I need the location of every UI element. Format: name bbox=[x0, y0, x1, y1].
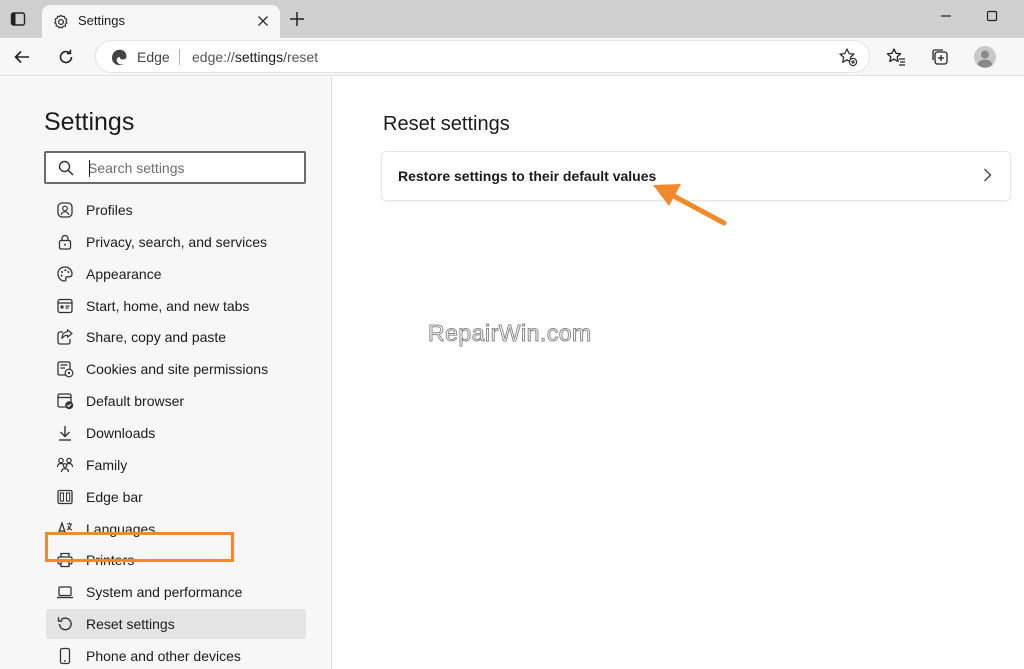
share-icon bbox=[56, 328, 74, 346]
address-divider bbox=[179, 49, 180, 65]
phone-icon bbox=[56, 647, 74, 665]
laptop-icon bbox=[56, 583, 74, 601]
sidebar-item-profiles[interactable]: Profiles bbox=[46, 195, 306, 225]
search-input[interactable] bbox=[88, 158, 298, 178]
sidebar-item-label: Start, home, and new tabs bbox=[86, 298, 250, 314]
chevron-right-icon bbox=[978, 166, 996, 184]
sidebar-item-label: System and performance bbox=[86, 584, 243, 600]
sidebar-item-downloads[interactable]: Downloads bbox=[46, 418, 306, 448]
address-bar[interactable]: Edge edge://settings/reset bbox=[95, 40, 870, 73]
lock-icon bbox=[56, 233, 74, 251]
toolbar: Edge edge://settings/reset bbox=[0, 38, 1024, 76]
add-favorite-icon[interactable] bbox=[837, 46, 859, 68]
default-browser-icon bbox=[56, 392, 74, 410]
sidebar-item-label: Cookies and site permissions bbox=[86, 361, 269, 377]
back-icon[interactable] bbox=[7, 42, 37, 72]
pointer-arrow-icon bbox=[653, 184, 727, 226]
tab-settings[interactable]: Settings bbox=[42, 5, 280, 38]
tab-actions-icon[interactable] bbox=[4, 6, 32, 32]
new-tab-icon[interactable] bbox=[286, 8, 308, 30]
cookies-icon bbox=[56, 360, 74, 378]
family-icon bbox=[56, 456, 74, 474]
palette-icon bbox=[56, 265, 74, 283]
url-text[interactable]: edge://settings/reset bbox=[192, 49, 318, 65]
profile-avatar-icon[interactable] bbox=[970, 42, 1000, 72]
sidebar-item-label: Profiles bbox=[86, 202, 133, 218]
sidebar-title: Settings bbox=[44, 108, 135, 136]
text-caret bbox=[89, 160, 90, 177]
close-icon[interactable] bbox=[254, 12, 272, 30]
sidebar-item-system-and-performance[interactable]: System and performance bbox=[46, 577, 306, 607]
sidebar-item-reset-settings[interactable]: Reset settings bbox=[46, 609, 306, 639]
watermark: RepairWin.com bbox=[428, 320, 592, 347]
edge-logo-icon bbox=[110, 48, 128, 66]
tab-title: Settings bbox=[78, 13, 125, 28]
sidebar-item-label: Edge bar bbox=[86, 489, 143, 505]
start-page-icon bbox=[56, 297, 74, 315]
minimize-icon[interactable] bbox=[932, 5, 960, 27]
sidebar-item-label: Family bbox=[86, 457, 128, 473]
sidebar-item-label: Default browser bbox=[86, 393, 185, 409]
sidebar-item-label: Phone and other devices bbox=[86, 648, 241, 664]
tab-strip: Settings bbox=[0, 0, 1024, 38]
favorites-icon[interactable] bbox=[881, 42, 911, 72]
search-box[interactable] bbox=[44, 151, 306, 184]
sidebar-item-family[interactable]: Family bbox=[46, 450, 306, 480]
search-icon bbox=[58, 160, 74, 176]
sidebar-item-start-home-and-new-tabs[interactable]: Start, home, and new tabs bbox=[46, 291, 306, 321]
download-icon bbox=[56, 424, 74, 442]
sidebar-item-phone-and-other-devices[interactable]: Phone and other devices bbox=[46, 641, 306, 669]
reset-icon bbox=[56, 615, 74, 633]
sidebar-item-label: Downloads bbox=[86, 425, 156, 441]
sidebar-item-share-copy-and-paste[interactable]: Share, copy and paste bbox=[46, 322, 306, 352]
page-title: Reset settings bbox=[383, 113, 510, 135]
sidebar-item-label: Share, copy and paste bbox=[86, 329, 227, 345]
sidebar-item-privacy-search-and-services[interactable]: Privacy, search, and services bbox=[46, 227, 306, 257]
sidebar-item-label: Reset settings bbox=[86, 616, 175, 632]
gear-icon bbox=[52, 13, 70, 31]
collections-icon[interactable] bbox=[925, 42, 955, 72]
profile-icon bbox=[56, 201, 74, 219]
site-name: Edge bbox=[137, 49, 170, 65]
maximize-icon[interactable] bbox=[978, 5, 1006, 27]
sidebar-item-default-browser[interactable]: Default browser bbox=[46, 386, 306, 416]
sidebar-item-edge-bar[interactable]: Edge bar bbox=[46, 482, 306, 512]
sidebar-item-label: Appearance bbox=[86, 266, 162, 282]
restore-defaults-label: Restore settings to their default values bbox=[398, 168, 657, 184]
edge-bar-icon bbox=[56, 488, 74, 506]
sidebar-item-cookies-and-site-permissions[interactable]: Cookies and site permissions bbox=[46, 354, 306, 384]
sidebar-item-label: Privacy, search, and services bbox=[86, 234, 268, 250]
refresh-icon[interactable] bbox=[51, 42, 81, 72]
sidebar-item-appearance[interactable]: Appearance bbox=[46, 259, 306, 289]
highlight-box bbox=[45, 532, 234, 562]
